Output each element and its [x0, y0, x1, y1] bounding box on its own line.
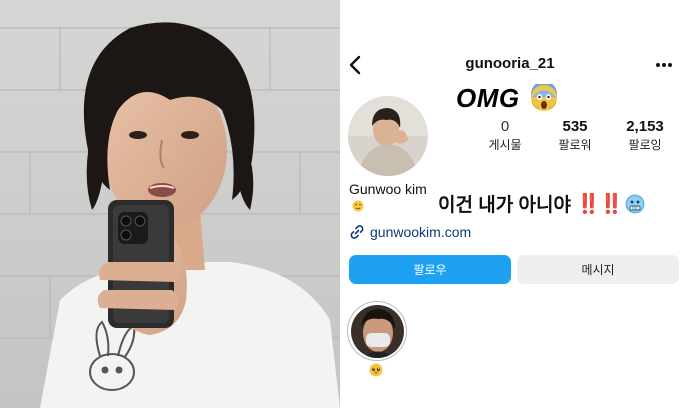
- stat-posts[interactable]: 0 게시물: [470, 118, 540, 154]
- story-highlight[interactable]: [347, 301, 407, 361]
- stat-posts-label: 게시물: [488, 138, 522, 152]
- cold-face-emoji: [625, 194, 645, 213]
- profile-link-text[interactable]: gunwookim.com: [370, 224, 471, 240]
- selfie-photo: [0, 0, 340, 408]
- headline-text: OMG: [456, 82, 520, 113]
- stat-followers-label: 팔로워: [558, 138, 592, 152]
- profile-stats: 0 게시물 535 팔로워 2,153 팔로잉: [470, 118, 680, 154]
- stat-following[interactable]: 2,153 팔로잉: [610, 118, 680, 154]
- more-dots-icon[interactable]: [654, 58, 674, 72]
- screaming-face-emoji: [530, 84, 557, 111]
- message-button[interactable]: 메시지: [517, 255, 679, 284]
- highlight-thumbnail: [350, 304, 404, 358]
- profile-avatar[interactable]: [348, 96, 428, 176]
- stat-following-value: 2,153: [626, 118, 664, 135]
- display-name: Gunwoo kim: [349, 181, 427, 197]
- stat-following-label: 팔로잉: [628, 138, 662, 152]
- link-icon: [350, 225, 364, 239]
- bio-text: 이건 내가 아니야: [438, 195, 571, 216]
- follow-button[interactable]: 팔로우: [349, 255, 511, 284]
- stat-followers[interactable]: 535 팔로워: [540, 118, 610, 154]
- stat-followers-value: 535: [562, 118, 588, 135]
- profile-username: gunooria_21: [465, 55, 555, 72]
- headline-row: OMG: [456, 83, 558, 113]
- selfie-illustration: [0, 0, 340, 408]
- blushing-face-emoji: [352, 200, 364, 212]
- stat-posts-value: 0: [500, 118, 510, 135]
- double-exclamation-marks: ‼️‼️: [576, 193, 623, 215]
- bio-text-row: 이건 내가 아니야 ‼️‼️: [438, 190, 645, 217]
- profile-link[interactable]: gunwookim.com: [349, 224, 471, 240]
- pleading-face-emoji: [369, 363, 383, 377]
- profile-panel: gunooria_21 OMG 0 게시물 535 팔로워 2,153 팔로잉: [340, 0, 680, 408]
